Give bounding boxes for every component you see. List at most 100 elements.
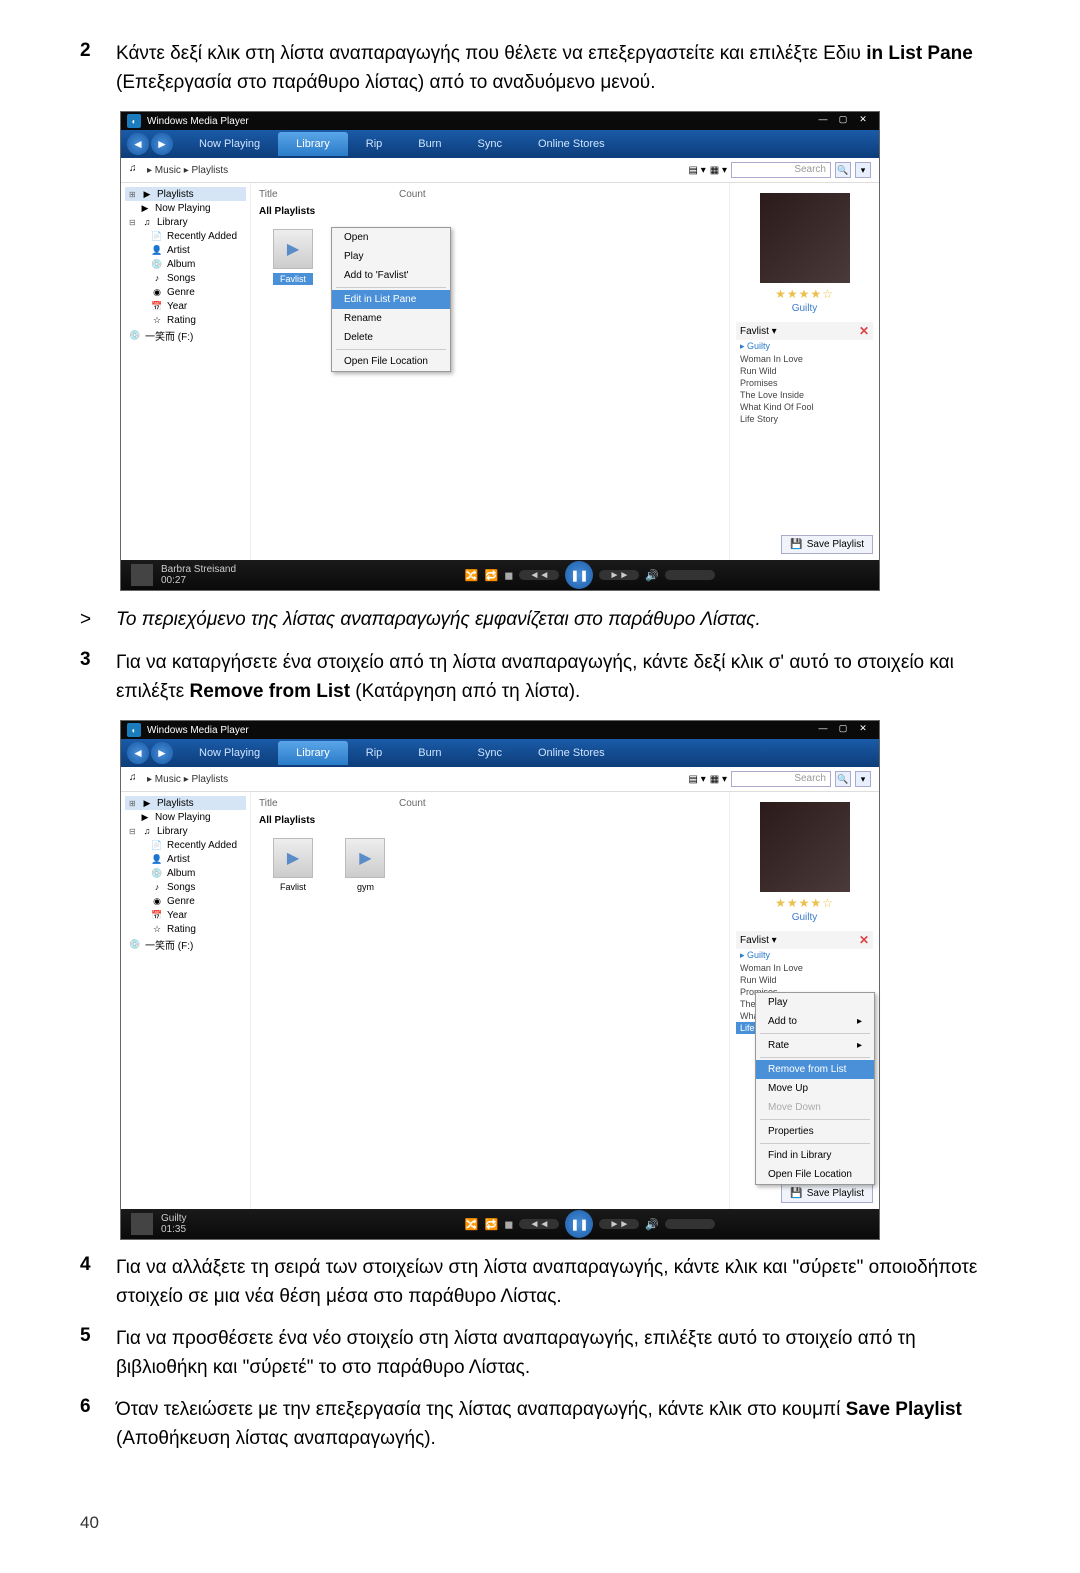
col-title[interactable]: Title <box>259 189 399 200</box>
tab-rip[interactable]: Rip <box>348 741 401 765</box>
tree-album[interactable]: 💿Album <box>125 866 246 880</box>
track-woman[interactable]: Woman In Love <box>736 353 873 365</box>
ctx-add-to[interactable]: Add to▸ <box>756 1012 874 1031</box>
ctx-play[interactable]: Play <box>332 247 450 266</box>
tree-year[interactable]: 📅Year <box>125 908 246 922</box>
minimize-button[interactable]: — <box>813 723 833 737</box>
shuffle-button[interactable]: 🔀 <box>465 1218 479 1231</box>
col-title[interactable]: Title <box>259 798 399 809</box>
ctx-move-up[interactable]: Move Up <box>756 1079 874 1098</box>
tree-rating[interactable]: ☆Rating <box>125 922 246 936</box>
nav-fwd-button[interactable]: ► <box>151 133 173 155</box>
tree-genre[interactable]: ◉Genre <box>125 894 246 908</box>
tab-online-stores[interactable]: Online Stores <box>520 741 623 765</box>
playlist-item-favlist[interactable]: ▶ Favlist <box>273 838 313 892</box>
ctx-find-library[interactable]: Find in Library <box>756 1146 874 1165</box>
nav-back-button[interactable]: ◄ <box>127 133 149 155</box>
repeat-button[interactable]: 🔁 <box>485 1218 499 1231</box>
tree-now-playing[interactable]: ▶Now Playing <box>125 201 246 215</box>
view-list-icon[interactable]: ▤ ▾ <box>689 774 706 785</box>
ctx-open[interactable]: Open <box>332 228 450 247</box>
tab-sync[interactable]: Sync <box>460 132 520 156</box>
stop-button[interactable]: ◼ <box>504 1218 513 1231</box>
tree-year[interactable]: 📅Year <box>125 299 246 313</box>
volume-icon[interactable]: 🔊 <box>645 569 659 582</box>
list-name[interactable]: Favlist ▾ <box>740 326 777 337</box>
stop-button[interactable]: ◼ <box>504 569 513 582</box>
col-count[interactable]: Count <box>399 189 459 200</box>
ctx-properties[interactable]: Properties <box>756 1122 874 1141</box>
shuffle-button[interactable]: 🔀 <box>465 569 479 582</box>
view-list-icon[interactable]: ▤ ▾ <box>689 165 706 176</box>
tree-library[interactable]: ⊟♫Library <box>125 215 246 229</box>
tree-now-playing[interactable]: ▶Now Playing <box>125 810 246 824</box>
search-button[interactable]: 🔍 <box>835 771 851 787</box>
repeat-button[interactable]: 🔁 <box>485 569 499 582</box>
rating-stars[interactable]: ★★★★☆ <box>736 896 873 910</box>
play-pause-button[interactable]: ❚❚ <box>565 561 593 589</box>
volume-slider[interactable] <box>665 1219 715 1229</box>
track-run-wild[interactable]: Run Wild <box>736 974 873 986</box>
tree-artist[interactable]: 👤Artist <box>125 243 246 257</box>
close-button[interactable]: ✕ <box>853 723 873 737</box>
tab-sync[interactable]: Sync <box>460 741 520 765</box>
ctx-open-location[interactable]: Open File Location <box>332 352 450 371</box>
tree-recently-added[interactable]: 📄Recently Added <box>125 838 246 852</box>
tree-playlists[interactable]: ⊞▶Playlists <box>125 187 246 201</box>
next-button[interactable]: ►► <box>599 1219 639 1229</box>
tab-now-playing[interactable]: Now Playing <box>181 132 278 156</box>
rating-stars[interactable]: ★★★★☆ <box>736 287 873 301</box>
ctx-delete[interactable]: Delete <box>332 328 450 347</box>
search-dropdown[interactable]: ▾ <box>855 162 871 178</box>
playlist-item-favlist[interactable]: ▶ Favlist <box>273 229 313 285</box>
tree-artist[interactable]: 👤Artist <box>125 852 246 866</box>
next-button[interactable]: ►► <box>599 570 639 580</box>
tree-playlists[interactable]: ⊞▶Playlists <box>125 796 246 810</box>
tree-album[interactable]: 💿Album <box>125 257 246 271</box>
nav-fwd-button[interactable]: ► <box>151 742 173 764</box>
view-thumb-icon[interactable]: ▦ ▾ <box>710 774 727 785</box>
track-love-inside[interactable]: The Love Inside <box>736 389 873 401</box>
list-name[interactable]: Favlist ▾ <box>740 935 777 946</box>
tab-now-playing[interactable]: Now Playing <box>181 741 278 765</box>
track-run-wild[interactable]: Run Wild <box>736 365 873 377</box>
save-playlist-button[interactable]: 💾 Save Playlist <box>781 1184 873 1203</box>
minimize-button[interactable]: — <box>813 114 833 128</box>
track-woman[interactable]: Woman In Love <box>736 962 873 974</box>
tab-rip[interactable]: Rip <box>348 132 401 156</box>
ctx-edit-list-pane[interactable]: Edit in List Pane <box>332 290 450 309</box>
tree-recently-added[interactable]: 📄Recently Added <box>125 229 246 243</box>
nav-back-button[interactable]: ◄ <box>127 742 149 764</box>
playlist-item-gym[interactable]: ▶ gym <box>345 838 385 892</box>
search-button[interactable]: 🔍 <box>835 162 851 178</box>
track-promises[interactable]: Promises <box>736 377 873 389</box>
close-list-icon[interactable]: ✕ <box>859 933 869 947</box>
prev-button[interactable]: ◄◄ <box>519 1219 559 1229</box>
ctx-rename[interactable]: Rename <box>332 309 450 328</box>
tree-songs[interactable]: ♪Songs <box>125 271 246 285</box>
ctx-rate[interactable]: Rate▸ <box>756 1036 874 1055</box>
ctx-open-location[interactable]: Open File Location <box>756 1165 874 1184</box>
tree-library[interactable]: ⊟♫Library <box>125 824 246 838</box>
volume-slider[interactable] <box>665 570 715 580</box>
tree-drive[interactable]: 💿一笑而 (F:) <box>125 936 246 953</box>
close-button[interactable]: ✕ <box>853 114 873 128</box>
tab-burn[interactable]: Burn <box>400 132 459 156</box>
track-life-story[interactable]: Life Story <box>736 413 873 425</box>
prev-button[interactable]: ◄◄ <box>519 570 559 580</box>
close-list-icon[interactable]: ✕ <box>859 324 869 338</box>
track-fool[interactable]: What Kind Of Fool <box>736 401 873 413</box>
maximize-button[interactable]: ▢ <box>833 723 853 737</box>
search-input[interactable]: Search <box>731 162 831 178</box>
tab-burn[interactable]: Burn <box>400 741 459 765</box>
tree-songs[interactable]: ♪Songs <box>125 880 246 894</box>
track-guilty[interactable]: ▸ Guilty <box>736 340 873 353</box>
tab-online-stores[interactable]: Online Stores <box>520 132 623 156</box>
save-playlist-button[interactable]: 💾 Save Playlist <box>781 535 873 554</box>
ctx-play[interactable]: Play <box>756 993 874 1012</box>
tree-drive[interactable]: 💿一笑而 (F:) <box>125 327 246 344</box>
view-thumb-icon[interactable]: ▦ ▾ <box>710 165 727 176</box>
breadcrumb-path[interactable]: ▸ Music ▸ Playlists <box>147 774 689 785</box>
tree-genre[interactable]: ◉Genre <box>125 285 246 299</box>
col-count[interactable]: Count <box>399 798 459 809</box>
